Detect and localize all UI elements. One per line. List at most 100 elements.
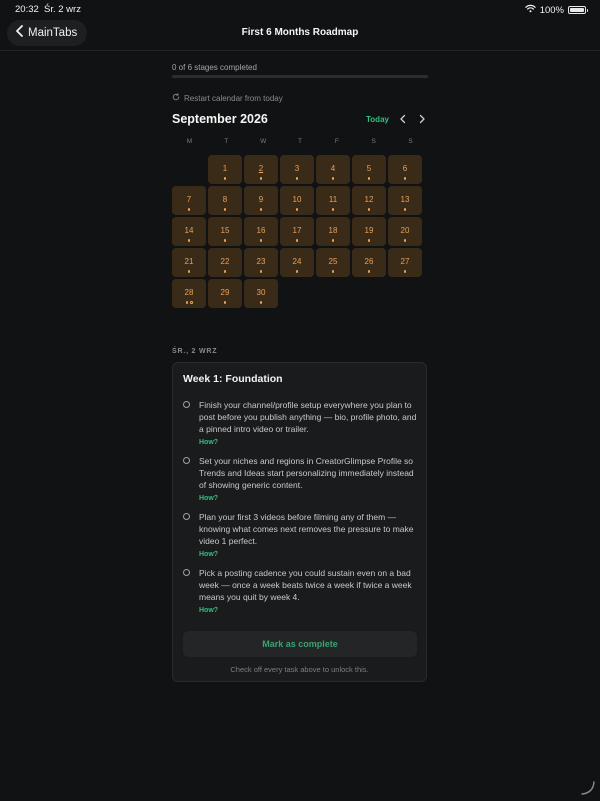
- previous-month-button[interactable]: [396, 112, 410, 126]
- mark-complete-button[interactable]: Mark as complete: [183, 631, 417, 657]
- calendar-day[interactable]: 12: [352, 186, 386, 215]
- day-number: 27: [400, 257, 410, 266]
- calendar-day[interactable]: 20: [388, 217, 422, 246]
- calendar-day[interactable]: 2: [244, 155, 278, 184]
- calendar-day[interactable]: 22: [208, 248, 242, 277]
- calendar-day[interactable]: 30: [244, 279, 278, 308]
- event-dot: [403, 177, 407, 180]
- day-event-dots: [244, 208, 278, 211]
- calendar-day[interactable]: 13: [388, 186, 422, 215]
- event-dot: [403, 270, 407, 273]
- calendar-day[interactable]: 24: [280, 248, 314, 277]
- calendar-day[interactable]: 29: [208, 279, 242, 308]
- day-number: 24: [292, 257, 302, 266]
- day-number: 3: [294, 164, 300, 173]
- day-event-dots: [316, 177, 350, 180]
- day-event-dots: [352, 239, 386, 242]
- event-dot: [259, 270, 263, 273]
- day-number: 5: [366, 164, 372, 173]
- restart-calendar-link[interactable]: Restart calendar from today: [172, 93, 283, 103]
- task-text: Finish your channel/profile setup everyw…: [199, 400, 417, 435]
- day-number: 1: [222, 164, 228, 173]
- calendar-day[interactable]: 18: [316, 217, 350, 246]
- progress-bar: [172, 75, 428, 78]
- task-checkbox[interactable]: [183, 513, 190, 520]
- weekday-label: T: [298, 138, 302, 145]
- week-card: Week 1: Foundation Finish your channel/p…: [172, 362, 427, 682]
- event-dot: [295, 270, 299, 273]
- chevron-right-icon: [415, 113, 429, 130]
- calendar-day[interactable]: 27: [388, 248, 422, 277]
- today-button[interactable]: Today: [366, 115, 389, 124]
- day-event-dots: [388, 270, 422, 273]
- calendar-day[interactable]: 26: [352, 248, 386, 277]
- event-dot: [185, 301, 188, 304]
- event-dot: [295, 208, 299, 211]
- day-number: 6: [402, 164, 408, 173]
- task-text: Set your niches and regions in CreatorGl…: [199, 456, 414, 491]
- event-dot: [259, 208, 263, 211]
- calendar-day[interactable]: 15: [208, 217, 242, 246]
- calendar-day[interactable]: 11: [316, 186, 350, 215]
- how-link[interactable]: How?: [199, 495, 218, 502]
- day-number: 4: [330, 164, 336, 173]
- event-dot: [223, 270, 227, 273]
- day-event-dots: [208, 239, 242, 242]
- day-number: 28: [184, 288, 194, 297]
- next-month-button[interactable]: [415, 112, 429, 126]
- event-dot: [223, 239, 227, 242]
- refresh-icon: [172, 93, 180, 103]
- day-number: 29: [220, 288, 230, 297]
- weekday-label: T: [224, 138, 229, 145]
- day-event-dots: [244, 270, 278, 273]
- calendar-day[interactable]: 7: [172, 186, 206, 215]
- day-number: 17: [292, 226, 302, 235]
- calendar-day[interactable]: 1: [208, 155, 242, 184]
- weekday-label: S: [408, 138, 413, 145]
- battery-percent: 100%: [539, 4, 564, 16]
- calendar-day[interactable]: 10: [280, 186, 314, 215]
- day-number: 7: [186, 195, 192, 204]
- calendar-day[interactable]: 21: [172, 248, 206, 277]
- task-checkbox[interactable]: [183, 401, 190, 408]
- day-event-dots: [172, 270, 206, 273]
- calendar-day[interactable]: 28: [172, 279, 206, 308]
- event-dot: [331, 270, 335, 273]
- event-dot: [223, 177, 227, 180]
- task-checkbox[interactable]: [183, 569, 190, 576]
- calendar-day[interactable]: 17: [280, 217, 314, 246]
- day-number: 10: [292, 195, 302, 204]
- how-link[interactable]: How?: [199, 551, 218, 558]
- calendar-day[interactable]: 9: [244, 186, 278, 215]
- task-checkbox[interactable]: [183, 457, 190, 464]
- day-number: 23: [256, 257, 266, 266]
- calendar-day[interactable]: 16: [244, 217, 278, 246]
- how-link[interactable]: How?: [199, 439, 218, 446]
- calendar-day[interactable]: 23: [244, 248, 278, 277]
- calendar-day[interactable]: 25: [316, 248, 350, 277]
- wifi-icon: [525, 4, 536, 16]
- day-event-dots: [316, 208, 350, 211]
- mark-complete-label: Mark as complete: [262, 639, 338, 649]
- calendar-day[interactable]: 4: [316, 155, 350, 184]
- how-link[interactable]: How?: [199, 607, 218, 614]
- calendar-day[interactable]: 3: [280, 155, 314, 184]
- calendar-day[interactable]: 6: [388, 155, 422, 184]
- resize-handle-icon: [580, 780, 596, 796]
- calendar-day[interactable]: 14: [172, 217, 206, 246]
- day-number: 19: [364, 226, 374, 235]
- day-number: 8: [222, 195, 228, 204]
- event-dot: [403, 239, 407, 242]
- event-dot: [367, 177, 371, 180]
- calendar-day[interactable]: 19: [352, 217, 386, 246]
- day-event-dots: [280, 270, 314, 273]
- event-dot: [259, 301, 263, 304]
- task-text: Pick a posting cadence you could sustain…: [199, 568, 412, 603]
- day-number: 13: [400, 195, 410, 204]
- calendar-day[interactable]: 5: [352, 155, 386, 184]
- weekday-header: MTWTFSS: [172, 138, 428, 145]
- day-number: 12: [364, 195, 374, 204]
- event-dot: [295, 239, 299, 242]
- weekday-label: M: [186, 138, 193, 145]
- calendar-day[interactable]: 8: [208, 186, 242, 215]
